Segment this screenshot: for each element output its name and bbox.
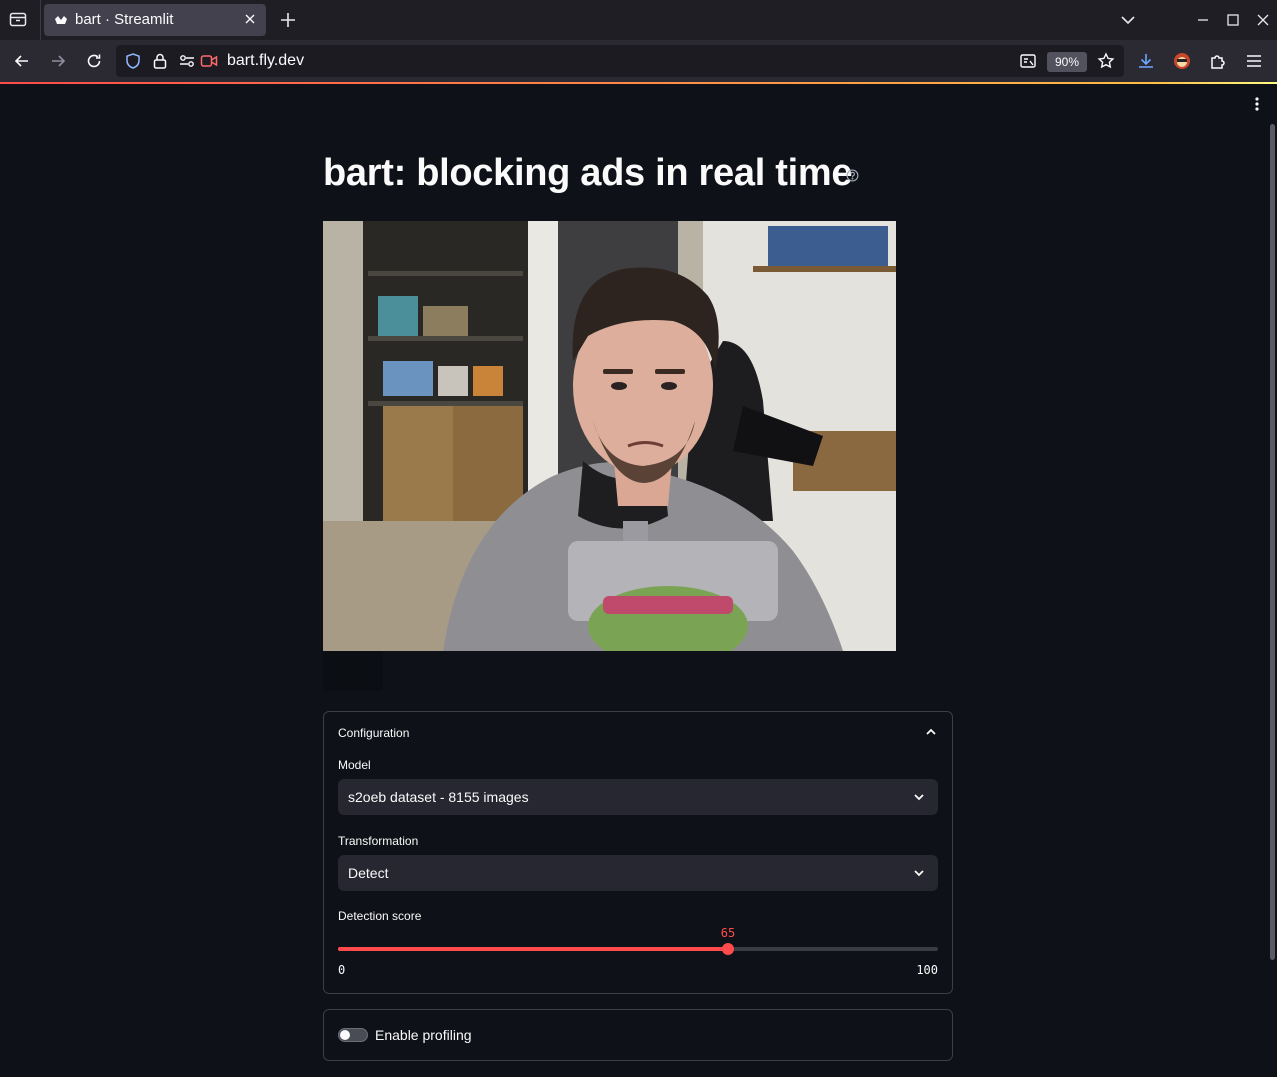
transformation-label: Transformation — [338, 834, 419, 848]
permissions-icon[interactable] — [179, 54, 195, 68]
configuration-expander: Configuration Model s2oeb dataset - 8155… — [323, 711, 953, 994]
star-icon[interactable] — [1097, 52, 1115, 70]
profiling-label[interactable]: Enable profiling — [375, 1027, 472, 1043]
close-icon[interactable] — [242, 11, 258, 27]
zoom-level[interactable]: 90% — [1047, 52, 1087, 72]
chevron-up-icon[interactable] — [924, 725, 938, 739]
streamlit-app: bart: blocking ads in real time Configur… — [0, 84, 1277, 1077]
back-icon[interactable] — [12, 51, 32, 71]
reload-icon[interactable] — [84, 51, 104, 71]
webcam-video — [323, 221, 896, 651]
page-title: bart: blocking ads in real time — [323, 152, 853, 194]
chevron-down-icon[interactable] — [1118, 10, 1138, 30]
chevron-down-icon — [914, 794, 924, 801]
tab-streamlit[interactable]: bart · Streamlit — [44, 4, 266, 36]
extension-avatar-icon[interactable] — [1172, 51, 1192, 71]
chevron-down-icon — [914, 870, 924, 877]
slider-thumb[interactable] — [722, 943, 734, 955]
webcam-frame-image — [323, 221, 896, 651]
detection-score-slider[interactable]: 65 0 100 — [338, 908, 938, 980]
help-icon[interactable] — [846, 169, 859, 182]
profiling-toggle[interactable] — [338, 1028, 368, 1042]
transformation-select-value: Detect — [348, 865, 389, 881]
reader-icon[interactable] — [1019, 52, 1037, 70]
slider-fill — [338, 947, 728, 951]
model-select[interactable]: s2oeb dataset - 8155 images — [338, 779, 938, 815]
webrtc-control-button[interactable] — [323, 651, 383, 691]
shield-icon[interactable] — [124, 52, 142, 70]
slider-value: 65 — [720, 926, 736, 940]
tab-separator — [40, 0, 41, 40]
streamlit-favicon — [55, 16, 67, 24]
plus-icon[interactable] — [278, 10, 298, 30]
minimize-icon[interactable] — [1193, 10, 1213, 30]
slider-min: 0 — [338, 963, 346, 977]
menu-icon[interactable] — [1244, 51, 1264, 71]
tab-list-icon[interactable] — [8, 9, 28, 29]
maximize-icon[interactable] — [1223, 10, 1243, 30]
tab-bar: bart · Streamlit — [0, 0, 1277, 40]
slider-max: 100 — [916, 963, 938, 977]
url-text: bart.fly.dev — [227, 52, 305, 69]
model-label: Model — [338, 758, 371, 772]
scrollbar[interactable] — [1270, 124, 1275, 960]
navigation-bar: bart.fly.dev 90% — [0, 40, 1277, 82]
toggle-knob — [340, 1030, 350, 1040]
url-bar[interactable]: bart.fly.dev 90% — [116, 45, 1124, 77]
model-select-value: s2oeb dataset - 8155 images — [348, 789, 529, 805]
camera-icon[interactable] — [200, 53, 218, 69]
forward-icon[interactable] — [48, 51, 68, 71]
expander-header[interactable]: Configuration — [338, 726, 409, 740]
tab-title: bart · Streamlit — [75, 11, 174, 28]
transformation-select[interactable]: Detect — [338, 855, 938, 891]
puzzle-icon[interactable] — [1208, 51, 1228, 71]
profiling-container: Enable profiling — [323, 1009, 953, 1061]
lock-icon[interactable] — [152, 52, 168, 70]
download-icon[interactable] — [1136, 51, 1156, 71]
kebab-icon[interactable] — [1250, 96, 1264, 112]
close-window-icon[interactable] — [1253, 10, 1273, 30]
